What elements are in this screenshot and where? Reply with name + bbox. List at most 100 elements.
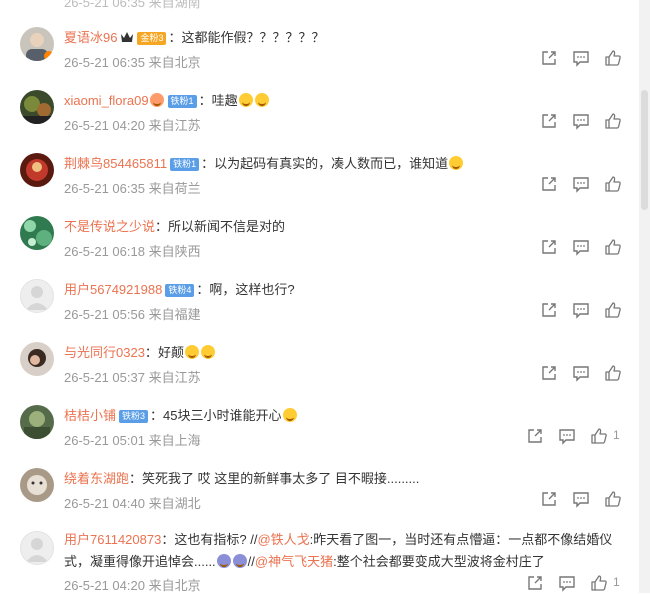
username-link[interactable]: 夏语冰96 [64,30,117,45]
comment-item: 用户7611420873：这也有指标? //@铁人戈:昨天看了图一，当时还有点懵… [0,531,639,593]
comment-text: 笑死我了 哎 这里的新鲜事太多了 目不暇接......... [142,471,420,486]
comment-text: 以为起码有真实的，凑人数而已，谁知道 [214,156,449,171]
comment-icon[interactable] [558,574,576,592]
like-icon[interactable] [590,574,608,592]
username-link[interactable]: 用户5674921988 [64,282,162,297]
like-icon[interactable] [590,427,608,445]
like-icon[interactable] [604,112,622,130]
share-icon[interactable] [540,175,558,193]
share-icon[interactable] [540,112,558,130]
mention-link[interactable]: @铁人戈 [257,532,309,547]
comment-meta: 26-5-21 04:20 来自江苏 [64,118,201,133]
avatar[interactable] [20,27,54,61]
username-link[interactable]: 不是传说之少说 [64,219,155,234]
default-avatar[interactable] [20,531,54,565]
comment-icon[interactable] [572,301,590,319]
username-link[interactable]: 与光同行0323 [64,345,145,360]
comment-meta: 26-5-21 05:56 来自福建 [64,307,201,322]
mention-link[interactable]: @神气飞天猪 [255,554,333,569]
avatar[interactable] [20,90,54,124]
smile-emoji-icon [449,156,464,170]
comment-text: 啊，这样也行? [209,282,295,297]
comment-meta: 26-5-21 06:18 来自陕西 [64,244,201,259]
username-link[interactable]: 用户7611420873 [64,532,161,547]
like-count: 1 [613,428,620,442]
fan-badge[interactable]: 铁粉1 [170,158,200,171]
comment-meta: 26-5-21 06:35 来自荷兰 [64,181,201,196]
share-icon[interactable] [540,238,558,256]
avatar[interactable] [20,342,54,376]
share-icon[interactable] [540,490,558,508]
fan-badge[interactable]: 铁粉4 [165,284,195,297]
emoji-icon [216,554,231,568]
comment-icon[interactable] [572,175,590,193]
fan-badge[interactable]: 金粉3 [137,32,167,45]
comment-meta: 26-5-21 05:37 来自江苏 [64,370,201,385]
comment-text-line: 用户7611420873：这也有指标? //@铁人戈:昨天看了图一，当时还有点懵… [64,532,613,569]
comment-icon[interactable] [572,49,590,67]
like-icon[interactable] [604,490,622,508]
comment-item: 荆棘鸟854465811 铁粉1 ：以为起码有真实的，凑人数而已，谁知道 26-5-… [0,153,639,216]
fan-face-icon [149,93,164,107]
comment-meta: 26-5-21 05:01 来自上海 [64,433,201,448]
share-icon[interactable] [540,49,558,67]
like-icon[interactable] [604,301,622,319]
crown-icon [121,32,134,42]
like-icon[interactable] [604,175,622,193]
laugh-emoji-icon [254,93,269,107]
comment-text: :整个社会都要变成大型波将金村庄了 [333,554,545,569]
share-icon[interactable] [526,427,544,445]
fan-badge[interactable]: 铁粉1 [167,95,197,108]
like-count: 1 [613,575,620,589]
comment-item: 与光同行0323：好颠 26-5-21 05:37 来自江苏 [0,342,639,405]
comment-icon[interactable] [558,427,576,445]
comment-item: 夏语冰96 金粉3 ：这都能作假？？？？？？ 26-5-21 06:35 来自北京 [0,27,639,90]
comment-item: xiaomi_flora09 铁粉1 ：哇趣 26-5-21 04:20 来自江苏 [0,90,639,153]
comment-text: 45块三小时谁能开心 [163,408,282,423]
comment-text: 哇趣 [211,93,238,108]
laugh-emoji-icon [238,93,253,107]
comment-icon[interactable] [572,112,590,130]
like-icon[interactable] [604,49,622,67]
comment-item: 桔桔小铺 铁粉3 ：45块三小时谁能开心 26-5-21 05:01 来自上海 1 [0,405,639,468]
laugh-emoji-icon [282,408,297,422]
scrollbar-thumb[interactable] [641,90,648,210]
share-icon[interactable] [526,574,544,592]
comment-text-line: 桔桔小铺 铁粉3 ：45块三小时谁能开心 [64,407,298,425]
comment-meta: 26-5-21 04:20 来自北京 [64,578,201,593]
comment-text-line: 与光同行0323：好颠 [64,344,216,362]
comment-text-line: 荆棘鸟854465811 铁粉1 ：以为起码有真实的，凑人数而已，谁知道 [64,155,464,173]
username-link[interactable]: 荆棘鸟854465811 [64,156,167,171]
username-link[interactable]: 桔桔小铺 [64,408,116,423]
comment-text: 所以新闻不信是对的 [168,219,286,234]
comment-text-line: 夏语冰96 金粉3 ：这都能作假？？？？？？ [64,30,325,45]
share-icon[interactable] [540,301,558,319]
emoji-icon [232,554,247,568]
fan-badge[interactable]: 铁粉3 [119,410,149,423]
comment-text: 好颠 [157,345,184,360]
laugh-emoji-icon [200,345,215,359]
username-link[interactable]: 绕着东湖跑 [64,471,129,486]
avatar[interactable] [20,153,54,187]
clipped-previous-comment: 26-5-21 06:35 来自湖南 [0,0,650,12]
comment-icon[interactable] [572,238,590,256]
avatar[interactable] [20,405,54,439]
avatar[interactable] [20,216,54,250]
comment-text: 这都能作假？？？？？？ [181,30,325,45]
comment-item: 绕着东湖跑：笑死我了 哎 这里的新鲜事太多了 目不暇接......... 26-… [0,468,639,531]
comment-text-line: 不是传说之少说：所以新闻不信是对的 [64,219,286,234]
share-icon[interactable] [540,364,558,382]
avatar[interactable] [20,468,54,502]
comment-item: 不是传说之少说：所以新闻不信是对的 26-5-21 06:18 来自陕西 [0,216,639,279]
comment-text-line: xiaomi_flora09 铁粉1 ：哇趣 [64,92,270,110]
like-icon[interactable] [604,364,622,382]
comment-item: 用户5674921988 铁粉4 ：啊，这样也行? 26-5-21 05:56 来自… [0,279,639,342]
comment-icon[interactable] [572,364,590,382]
scrollbar-track[interactable] [639,0,650,593]
like-icon[interactable] [604,238,622,256]
default-avatar[interactable] [20,279,54,313]
comment-icon[interactable] [572,490,590,508]
comment-meta: 26-5-21 06:35 来自北京 [64,55,201,70]
username-link[interactable]: xiaomi_flora09 [64,93,149,108]
comment-meta: 26-5-21 04:40 来自湖北 [64,496,201,511]
